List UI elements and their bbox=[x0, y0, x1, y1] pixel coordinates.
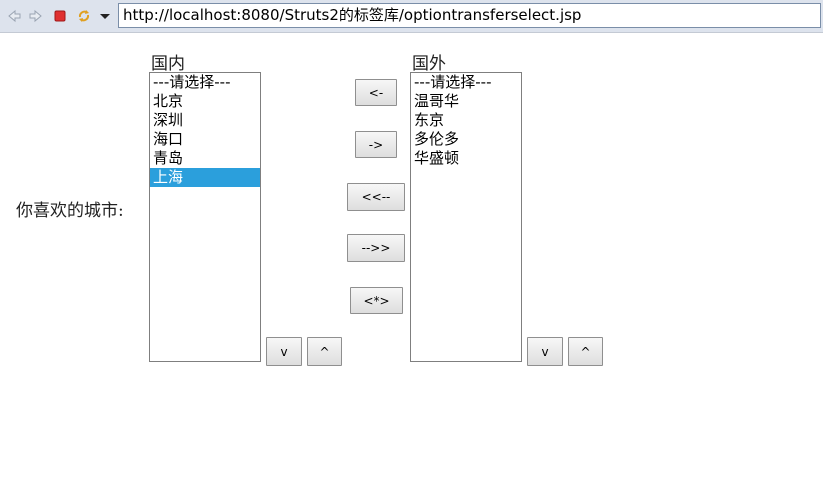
stop-icon[interactable] bbox=[52, 8, 68, 24]
left-list-option[interactable]: 青岛 bbox=[150, 149, 260, 168]
right-list-option[interactable]: 温哥华 bbox=[411, 92, 521, 111]
swap-all-button[interactable]: <*> bbox=[350, 287, 403, 314]
move-left-button[interactable]: <- bbox=[355, 79, 397, 106]
left-move-up-button[interactable]: ^ bbox=[307, 337, 342, 366]
left-move-down-button[interactable]: v bbox=[266, 337, 302, 366]
left-list-option[interactable]: 深圳 bbox=[150, 111, 260, 130]
move-right-button[interactable]: -> bbox=[355, 131, 397, 158]
left-list-option[interactable]: ---请选择--- bbox=[150, 73, 260, 92]
right-list-title: 国外 bbox=[412, 54, 446, 74]
right-list-option[interactable]: 华盛顿 bbox=[411, 149, 521, 168]
left-list-option[interactable]: 上海 bbox=[150, 168, 260, 187]
address-bar[interactable]: http://localhost:8080/Struts2的标签库/option… bbox=[118, 3, 821, 28]
move-all-right-button[interactable]: -->> bbox=[347, 234, 405, 262]
back-arrow-icon[interactable] bbox=[6, 8, 22, 24]
right-list-option[interactable]: 东京 bbox=[411, 111, 521, 130]
move-all-left-button[interactable]: <<-- bbox=[347, 183, 405, 211]
right-move-down-button[interactable]: v bbox=[527, 337, 563, 366]
right-city-listbox[interactable]: ---请选择--- 温哥华 东京 多伦多 华盛顿 bbox=[410, 72, 522, 362]
right-list-option[interactable]: ---请选择--- bbox=[411, 73, 521, 92]
right-move-up-button[interactable]: ^ bbox=[568, 337, 603, 366]
form-label: 你喜欢的城市: bbox=[16, 201, 124, 221]
right-list-option[interactable]: 多伦多 bbox=[411, 130, 521, 149]
dropdown-arrow-icon[interactable] bbox=[97, 8, 113, 24]
left-list-option[interactable]: 海口 bbox=[150, 130, 260, 149]
left-list-option[interactable]: 北京 bbox=[150, 92, 260, 111]
left-list-title: 国内 bbox=[151, 54, 185, 74]
forward-arrow-icon[interactable] bbox=[28, 8, 44, 24]
browser-toolbar: http://localhost:8080/Struts2的标签库/option… bbox=[0, 0, 823, 33]
refresh-icon[interactable] bbox=[76, 8, 92, 24]
left-city-listbox[interactable]: ---请选择--- 北京 深圳 海口 青岛 上海 bbox=[149, 72, 261, 362]
